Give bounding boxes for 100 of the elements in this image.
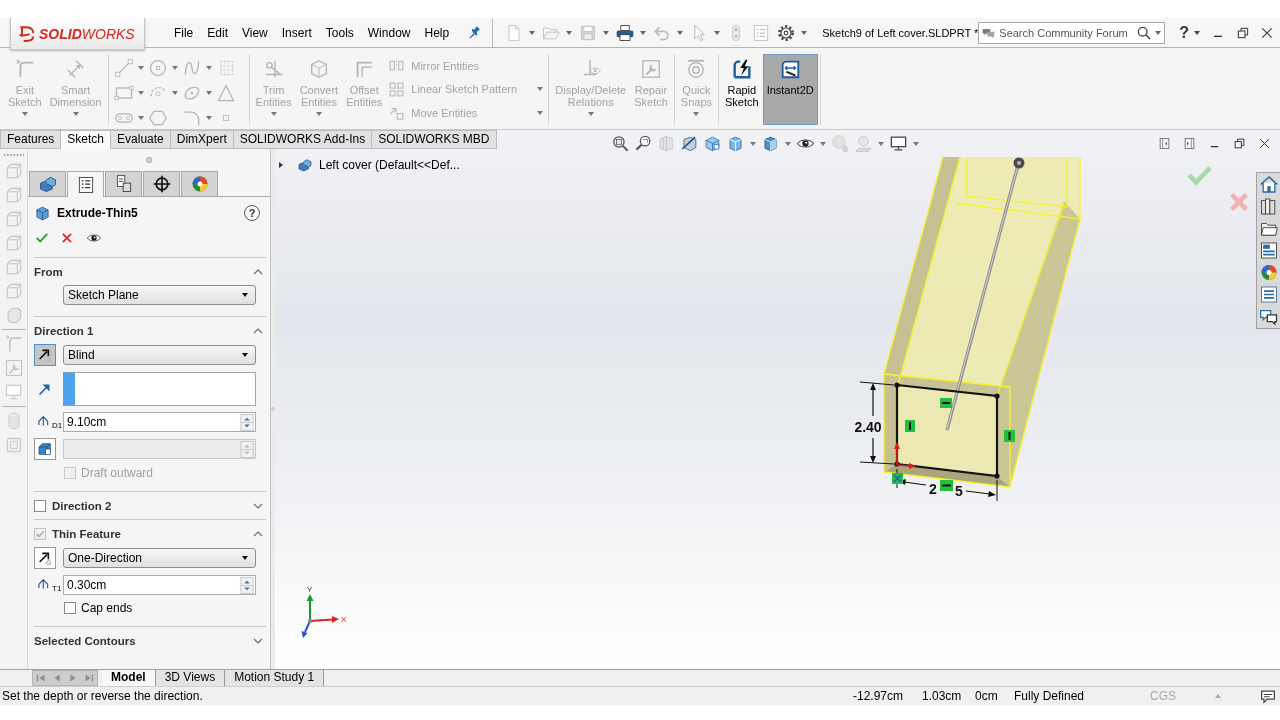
vertical-relation-icon[interactable]	[905, 420, 915, 432]
command-button[interactable]: Rapid Sketch	[721, 54, 763, 125]
cube-icon[interactable]	[703, 134, 722, 153]
number-field[interactable]: 9.10cm	[63, 412, 256, 432]
menu-item[interactable]: View	[234, 25, 275, 40]
grip-icon[interactable]	[2, 153, 25, 157]
axis-label: Y	[307, 585, 313, 594]
dimension-line[interactable]	[896, 468, 998, 502]
section-title: Selected Contours	[34, 634, 136, 647]
section-title: From	[34, 265, 63, 278]
checkbox[interactable]	[64, 602, 76, 614]
vertical-relation-icon[interactable]	[1004, 430, 1015, 442]
layout-icon[interactable]	[1258, 240, 1279, 261]
dimension-text[interactable]: 2	[929, 481, 937, 497]
expand-arrow-icon[interactable]	[277, 161, 285, 169]
caret-icon[interactable]	[676, 28, 685, 37]
menu-item[interactable]: Tools	[318, 25, 361, 40]
check-icon[interactable]	[1185, 164, 1213, 186]
caret-icon[interactable]	[565, 28, 574, 37]
panel-tab[interactable]	[67, 171, 104, 197]
tab[interactable]: DimXpert	[170, 130, 234, 149]
reverse-direction-button[interactable]	[34, 547, 56, 569]
zoom-area-icon[interactable]	[634, 134, 653, 153]
zoom-icon[interactable]	[611, 134, 630, 153]
dropdown[interactable]: Sketch Plane	[63, 285, 256, 305]
dropdown[interactable]: Blind	[63, 345, 256, 365]
coordinate-readout: 0cm	[975, 689, 999, 703]
symbol-label: D1	[52, 420, 63, 430]
printer-icon[interactable]	[615, 22, 636, 43]
coordinate-readout: -12.97cm	[853, 689, 905, 703]
monitor-icon[interactable]	[889, 134, 908, 153]
menu-item[interactable]: Insert	[274, 25, 319, 40]
cancel-icon[interactable]	[60, 231, 74, 245]
caret-icon[interactable]	[819, 139, 827, 148]
home-icon[interactable]	[1258, 174, 1279, 195]
triad-origin-icon	[307, 618, 313, 624]
sketch-status: Fully Defined	[1014, 689, 1086, 703]
settings-icon[interactable]	[776, 22, 797, 43]
tab[interactable]: Model	[102, 670, 156, 686]
shaded-cube-icon[interactable]	[761, 134, 780, 153]
caret-icon[interactable]	[784, 139, 792, 148]
dimension-text[interactable]: 2.40	[854, 419, 882, 435]
search-icon[interactable]	[1136, 24, 1153, 41]
handle-dot-icon[interactable]	[145, 156, 153, 164]
spin-arrows-icon[interactable]	[240, 413, 254, 431]
panel-tab[interactable]	[143, 171, 180, 196]
tab[interactable]: Features	[0, 130, 62, 149]
tab[interactable]: SOLIDWORKS Add-Ins	[233, 130, 373, 149]
spin-arrows-icon[interactable]	[240, 576, 254, 594]
tab[interactable]: Sketch	[61, 130, 112, 149]
menu-item[interactable]: Help	[417, 25, 457, 40]
caret-icon[interactable]	[877, 139, 885, 148]
coincident-relation-icon[interactable]	[892, 473, 903, 484]
command-button[interactable]: Instant2D	[762, 54, 818, 125]
origin-icon	[894, 442, 916, 469]
ok-check-icon[interactable]	[35, 231, 49, 245]
tab[interactable]: Evaluate	[111, 130, 171, 149]
caret-icon[interactable]	[713, 28, 722, 37]
menu-item[interactable]: Edit	[200, 25, 235, 40]
caret-icon[interactable]	[528, 28, 537, 37]
splitter-handle-icon[interactable]	[271, 405, 275, 413]
cube-icon	[34, 204, 51, 222]
menu-item[interactable]: File	[166, 25, 201, 40]
horizontal-relation-icon[interactable]	[940, 480, 953, 491]
dropdown[interactable]: One-Direction	[63, 548, 256, 568]
panel-right-icon[interactable]	[1182, 136, 1197, 151]
tab[interactable]: 3D Views	[155, 670, 226, 686]
search-field[interactable]: Search Community Forum	[978, 21, 1166, 44]
caret-icon[interactable]	[800, 28, 809, 37]
dimension-text[interactable]: 5	[955, 483, 963, 499]
solid-block-icon	[37, 441, 53, 457]
caret-icon[interactable]	[912, 139, 920, 148]
restore-icon[interactable]	[1232, 136, 1247, 151]
feature-tree-item[interactable]: Left cover (Default<<Def...	[277, 157, 460, 173]
lightning-icon	[730, 58, 753, 80]
panel-tab[interactable]	[105, 171, 142, 196]
list-icon[interactable]	[1258, 284, 1279, 305]
menu-item[interactable]: Window	[360, 25, 418, 40]
tab[interactable]: Motion Study 1	[225, 670, 325, 686]
color-ball-icon[interactable]	[1258, 262, 1279, 283]
caret-icon[interactable]	[639, 28, 648, 37]
document-title: Sketch9 of Left cover.SLDPRT *	[822, 26, 979, 39]
panel-left-icon[interactable]	[1157, 136, 1172, 151]
sliced-cube-icon[interactable]	[680, 134, 699, 153]
horizontal-relation-icon[interactable]	[940, 398, 952, 408]
tab[interactable]: SOLIDWORKS MBD	[372, 130, 497, 149]
selection-box[interactable]	[63, 372, 256, 406]
status-message: Set the depth or reverse the direction.	[1, 689, 204, 703]
speech-bubble-icon[interactable]	[1260, 688, 1276, 704]
help-button[interactable]: ?	[1179, 23, 1189, 42]
number-field[interactable]: 0.30cm	[63, 575, 256, 595]
caret-icon[interactable]	[602, 28, 611, 37]
reverse-direction-button[interactable]	[34, 344, 56, 366]
checkbox[interactable]	[34, 499, 46, 512]
caret-icon[interactable]	[749, 139, 757, 148]
draft-button[interactable]	[34, 438, 56, 460]
cube-icon[interactable]	[726, 134, 745, 153]
caret-icon[interactable]	[1193, 28, 1201, 37]
caret-icon[interactable]	[1154, 28, 1163, 37]
close-icon[interactable]	[1257, 136, 1272, 151]
